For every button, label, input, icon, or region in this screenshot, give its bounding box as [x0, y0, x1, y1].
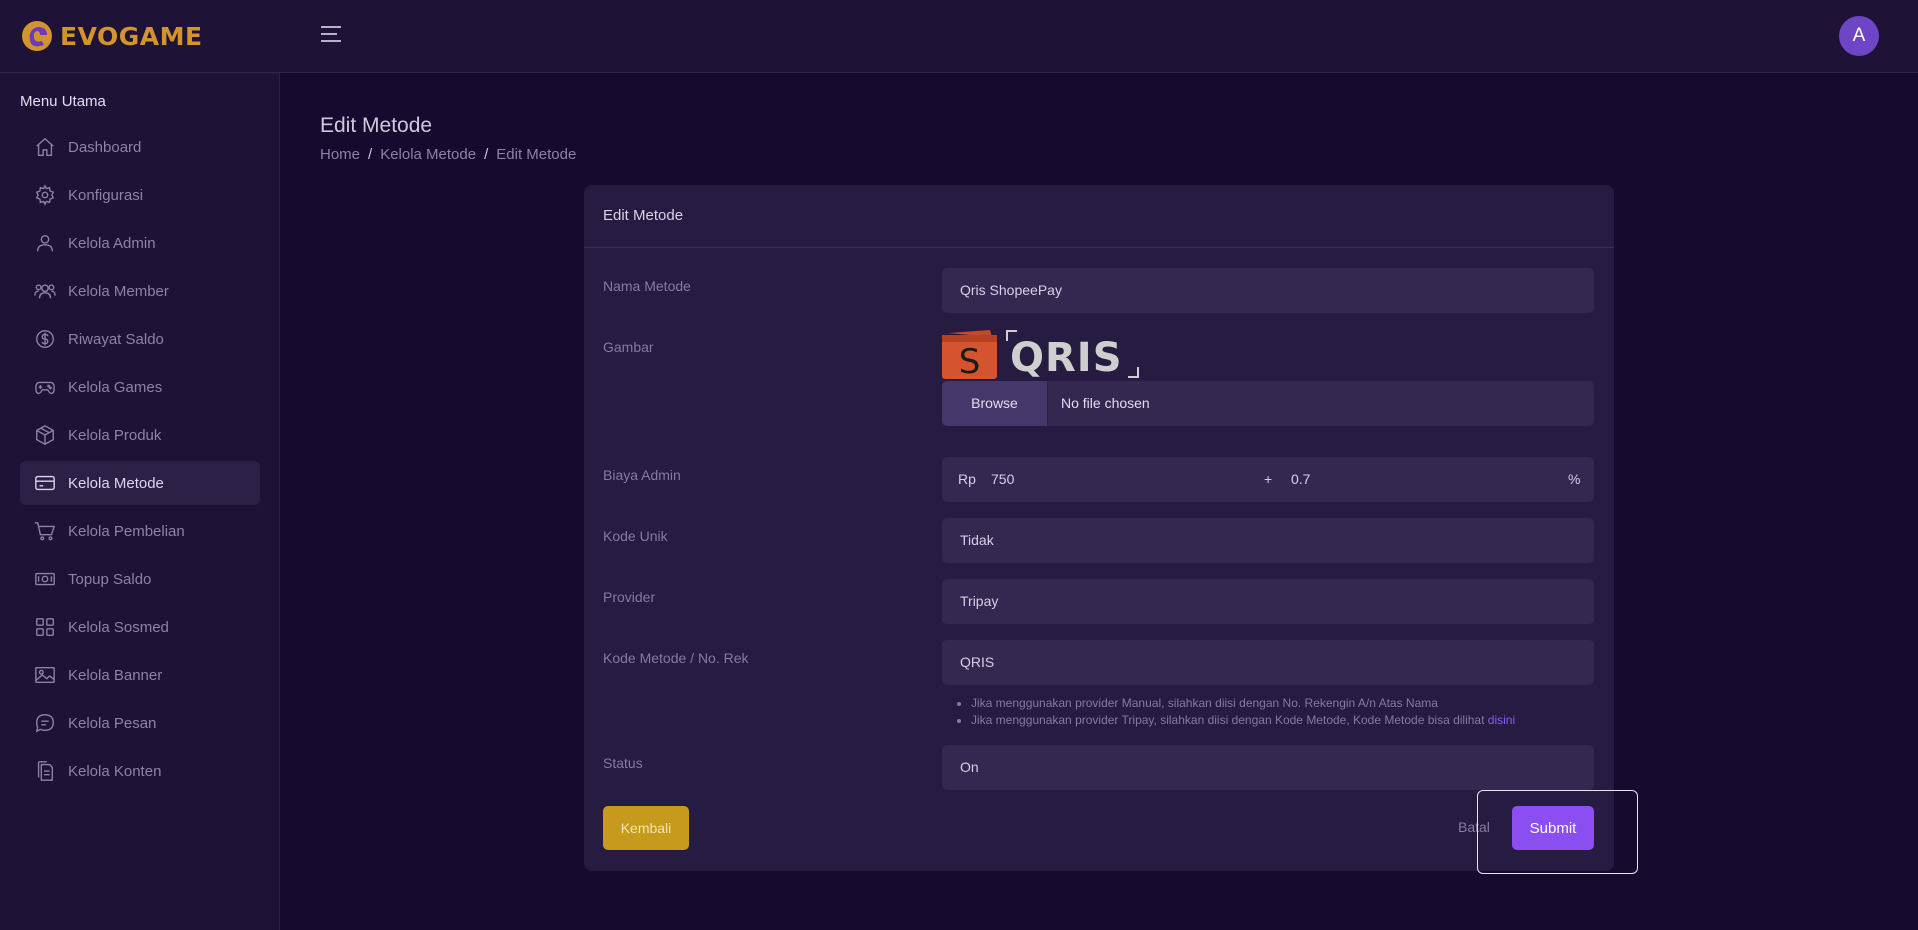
sidebar-item-label: Kelola Games: [68, 378, 163, 396]
sidebar-item-label: Riwayat Saldo: [68, 330, 164, 348]
kembali-button[interactable]: Kembali: [603, 806, 689, 850]
breadcrumb-home[interactable]: Home: [320, 146, 360, 163]
sidebar-item-label: Kelola Pembelian: [68, 522, 185, 540]
sidebar-item-label: Kelola Pesan: [68, 714, 157, 732]
status-label: Status: [603, 755, 643, 771]
users-icon: [34, 284, 56, 299]
box-icon: [36, 425, 54, 445]
biaya-admin-label: Biaya Admin: [603, 467, 681, 483]
sidebar-item-label: Konfigurasi: [68, 186, 144, 204]
brand-name: EVOGAME: [60, 21, 203, 51]
sidebar-item-kelola-member[interactable]: Kelola Member: [20, 269, 260, 313]
gear-icon: [35, 184, 55, 206]
browse-button[interactable]: Browse: [942, 381, 1048, 426]
submit-button[interactable]: Submit: [1512, 806, 1594, 850]
card-title: Edit Metode: [584, 185, 1614, 248]
plus-sign: +: [1264, 471, 1273, 487]
breadcrumb-current: Edit Metode: [496, 146, 577, 163]
biaya-admin-group: Rp + %: [942, 457, 1594, 502]
biaya-percent-input[interactable]: [1291, 457, 1491, 502]
breadcrumb: Home / Kelola Metode / Edit Metode: [320, 146, 576, 163]
gambar-label: Gambar: [603, 339, 654, 355]
file-status: No file chosen: [1061, 395, 1150, 411]
sidebar-item-konfigurasi[interactable]: Konfigurasi: [20, 173, 260, 217]
sidebar-item-dashboard[interactable]: Dashboard: [20, 125, 260, 169]
sidebar-item-label: Kelola Admin: [68, 234, 156, 252]
file-input[interactable]: Browse No file chosen: [942, 381, 1594, 426]
breadcrumb-separator: /: [484, 146, 489, 163]
kode-unik-label: Kode Unik: [603, 528, 668, 544]
wallet-letter: S: [959, 342, 981, 379]
chat-icon: [35, 714, 54, 733]
hint-manual: Jika menggunakan provider Manual, silahk…: [971, 696, 1515, 710]
avatar[interactable]: A: [1839, 16, 1879, 56]
rp-prefix: Rp: [958, 471, 976, 487]
sidebar-item-label: Kelola Sosmed: [68, 618, 169, 636]
brand-logo[interactable]: EVOGAME: [20, 18, 203, 54]
sidebar-item-kelola-konten[interactable]: Kelola Konten: [20, 749, 260, 793]
qris-shopeepay-image: S QRIS: [942, 330, 1139, 379]
dollar-circle-icon: [36, 330, 54, 348]
sidebar-item-label: Kelola Metode: [68, 474, 164, 492]
sidebar-item-kelola-banner[interactable]: Kelola Banner: [20, 653, 260, 697]
credit-card-icon: [35, 475, 55, 491]
sidebar-item-kelola-produk[interactable]: Kelola Produk: [20, 413, 260, 457]
sidebar-item-kelola-admin[interactable]: Kelola Admin: [20, 221, 260, 265]
sidebar-item-kelola-sosmed[interactable]: Kelola Sosmed: [20, 605, 260, 649]
biaya-fixed-input[interactable]: [991, 457, 1191, 502]
provider-label: Provider: [603, 589, 656, 605]
user-icon: [36, 234, 54, 252]
image-icon: [35, 666, 55, 684]
breadcrumb-kelola-metode[interactable]: Kelola Metode: [380, 146, 476, 163]
cart-icon: [34, 522, 56, 541]
provider-select[interactable]: Tripay: [942, 579, 1594, 624]
sidebar-item-kelola-games[interactable]: Kelola Games: [20, 365, 260, 409]
sidebar-item-label: Kelola Konten: [68, 762, 162, 780]
hamburger-icon[interactable]: [321, 26, 341, 46]
sidebar: Menu Utama Dashboard Konfigurasi Kelola …: [0, 73, 280, 930]
qris-text: QRIS: [1010, 335, 1123, 379]
kode-metode-input[interactable]: QRIS: [942, 640, 1594, 685]
disini-link[interactable]: disini: [1488, 713, 1515, 727]
page-title: Edit Metode: [320, 114, 433, 137]
nama-metode-label: Nama Metode: [603, 278, 691, 294]
evogame-logo-icon: [22, 21, 52, 51]
sidebar-menu: Dashboard Konfigurasi Kelola Admin Kelol…: [20, 125, 260, 797]
sidebar-item-label: Topup Saldo: [68, 570, 152, 588]
sidebar-item-label: Dashboard: [68, 138, 142, 156]
nama-metode-input[interactable]: Qris ShopeePay: [942, 268, 1594, 313]
kode-metode-hints: Jika menggunakan provider Manual, silahk…: [959, 696, 1515, 730]
status-select[interactable]: On: [942, 745, 1594, 790]
sidebar-item-topup-saldo[interactable]: Topup Saldo: [20, 557, 260, 601]
sidebar-item-kelola-pembelian[interactable]: Kelola Pembelian: [20, 509, 260, 553]
document-icon: [37, 761, 54, 781]
gamepad-icon: [35, 381, 55, 395]
hint-tripay: Jika menggunakan provider Tripay, silahk…: [971, 713, 1515, 727]
top-header: EVOGAME A: [0, 0, 1918, 73]
home-icon: [36, 137, 54, 156]
sidebar-item-label: Kelola Member: [68, 282, 169, 300]
batal-button[interactable]: Batal: [1458, 819, 1490, 835]
edit-metode-card: Edit Metode Nama Metode Qris ShopeePay G…: [584, 185, 1614, 871]
sidebar-item-riwayat-saldo[interactable]: Riwayat Saldo: [20, 317, 260, 361]
percent-suffix: %: [1568, 471, 1581, 487]
grid-icon: [36, 618, 54, 636]
cash-icon: [35, 572, 55, 586]
sidebar-section-title: Menu Utama: [20, 93, 106, 110]
breadcrumb-separator: /: [368, 146, 373, 163]
sidebar-item-label: Kelola Banner: [68, 666, 163, 684]
sidebar-item-label: Kelola Produk: [68, 426, 162, 444]
kode-unik-select[interactable]: Tidak: [942, 518, 1594, 563]
kode-metode-label: Kode Metode / No. Rek: [603, 650, 749, 666]
sidebar-item-kelola-pesan[interactable]: Kelola Pesan: [20, 701, 260, 745]
sidebar-item-kelola-metode[interactable]: Kelola Metode: [20, 461, 260, 505]
